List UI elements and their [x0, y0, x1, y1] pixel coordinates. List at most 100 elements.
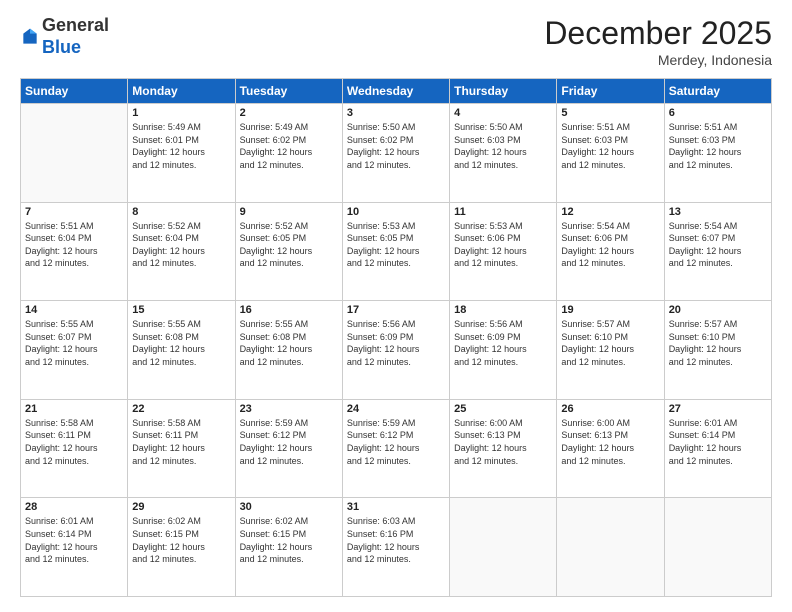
day-header-tuesday: Tuesday: [235, 79, 342, 104]
calendar-cell: 30Sunrise: 6:02 AM Sunset: 6:15 PM Dayli…: [235, 498, 342, 597]
calendar-cell: 13 Sunrise: 5:54 AM Sunset: 6:07 PM Dayli…: [664, 202, 771, 301]
calendar-week-3: 14Sunrise: 5:55 AM Sunset: 6:07 PM Dayli…: [21, 301, 772, 400]
day-number: 26: [561, 403, 659, 415]
calendar-cell: 23 Sunrise: 5:59 AM Sunset: 6:12 PM Dayli…: [235, 399, 342, 498]
day-number: 19: [561, 304, 659, 316]
logo-blue-text: Blue: [42, 37, 81, 57]
calendar-cell: 18Sunrise: 5:56 AM Sunset: 6:09 PM Dayli…: [450, 301, 557, 400]
calendar-cell: 5Sunrise: 5:51 AM Sunset: 6:03 PM Daylig…: [557, 104, 664, 203]
calendar-cell: 17 Sunrise: 5:56 AM Sunset: 6:09 PM Dayli…: [342, 301, 449, 400]
calendar-cell: 11Sunrise: 5:53 AM Sunset: 6:06 PM Dayli…: [450, 202, 557, 301]
day-number: 15: [132, 304, 230, 316]
calendar-cell: [21, 104, 128, 203]
day-number: 3: [347, 107, 445, 119]
day-info: Sunrise: 5:58 AM Sunset: 6:11 PM Dayligh…: [132, 417, 230, 467]
day-number: 25: [454, 403, 552, 415]
day-info: Sunrise: 5:57 AM Sunset: 6:10 PM Dayligh…: [669, 318, 767, 368]
calendar-cell: 10 Sunrise: 5:53 AM Sunset: 6:05 PM Dayli…: [342, 202, 449, 301]
day-info: Sunrise: 5:59 AM Sunset: 6:12 PM Dayligh…: [347, 417, 445, 467]
day-number: 21: [25, 403, 123, 415]
day-info: Sunrise: 5:58 AM Sunset: 6:11 PM Dayligh…: [25, 417, 123, 467]
day-header-thursday: Thursday: [450, 79, 557, 104]
calendar-cell: 9 Sunrise: 5:52 AM Sunset: 6:05 PM Daylig…: [235, 202, 342, 301]
day-info: Sunrise: 5:56 AM Sunset: 6:09 PM Dayligh…: [347, 318, 445, 368]
logo-general-text: General: [42, 15, 109, 35]
calendar-cell: 25 Sunrise: 6:00 AM Sunset: 6:13 PM Dayli…: [450, 399, 557, 498]
day-info: Sunrise: 5:57 AM Sunset: 6:10 PM Dayligh…: [561, 318, 659, 368]
day-number: 24: [347, 403, 445, 415]
day-info: Sunrise: 5:54 AM Sunset: 6:06 PM Dayligh…: [561, 220, 659, 270]
day-number: 12: [561, 206, 659, 218]
day-number: 1: [132, 107, 230, 119]
day-info: Sunrise: 6:02 AM Sunset: 6:15 PM Dayligh…: [240, 515, 338, 565]
day-info: Sunrise: 6:01 AM Sunset: 6:14 PM Dayligh…: [669, 417, 767, 467]
calendar-cell: 19 Sunrise: 5:57 AM Sunset: 6:10 PM Dayli…: [557, 301, 664, 400]
day-info: Sunrise: 5:55 AM Sunset: 6:07 PM Dayligh…: [25, 318, 123, 368]
day-number: 31: [347, 501, 445, 513]
day-info: Sunrise: 5:53 AM Sunset: 6:05 PM Dayligh…: [347, 220, 445, 270]
day-info: Sunrise: 5:51 AM Sunset: 6:03 PM Dayligh…: [669, 121, 767, 171]
day-info: Sunrise: 5:49 AM Sunset: 6:02 PM Dayligh…: [240, 121, 338, 171]
day-number: 6: [669, 107, 767, 119]
calendar-table: SundayMondayTuesdayWednesdayThursdayFrid…: [20, 78, 772, 597]
calendar-header-row: SundayMondayTuesdayWednesdayThursdayFrid…: [21, 79, 772, 104]
day-number: 22: [132, 403, 230, 415]
day-number: 2: [240, 107, 338, 119]
calendar-cell: 8 Sunrise: 5:52 AM Sunset: 6:04 PM Daylig…: [128, 202, 235, 301]
day-number: 9: [240, 206, 338, 218]
calendar-cell: 16Sunrise: 5:55 AM Sunset: 6:08 PM Dayli…: [235, 301, 342, 400]
calendar-cell: 20Sunrise: 5:57 AM Sunset: 6:10 PM Dayli…: [664, 301, 771, 400]
calendar-cell: 29 Sunrise: 6:02 AM Sunset: 6:15 PM Dayli…: [128, 498, 235, 597]
day-number: 10: [347, 206, 445, 218]
calendar-cell: 22 Sunrise: 5:58 AM Sunset: 6:11 PM Dayli…: [128, 399, 235, 498]
calendar-cell: 15Sunrise: 5:55 AM Sunset: 6:08 PM Dayli…: [128, 301, 235, 400]
day-info: Sunrise: 5:50 AM Sunset: 6:03 PM Dayligh…: [454, 121, 552, 171]
day-header-sunday: Sunday: [21, 79, 128, 104]
day-info: Sunrise: 5:54 AM Sunset: 6:07 PM Dayligh…: [669, 220, 767, 270]
day-info: Sunrise: 6:03 AM Sunset: 6:16 PM Dayligh…: [347, 515, 445, 565]
day-number: 8: [132, 206, 230, 218]
day-number: 27: [669, 403, 767, 415]
logo: General Blue: [20, 15, 109, 58]
day-number: 23: [240, 403, 338, 415]
day-info: Sunrise: 5:50 AM Sunset: 6:02 PM Dayligh…: [347, 121, 445, 171]
calendar-cell: 21 Sunrise: 5:58 AM Sunset: 6:11 PM Dayli…: [21, 399, 128, 498]
calendar-cell: 27 Sunrise: 6:01 AM Sunset: 6:14 PM Dayli…: [664, 399, 771, 498]
calendar-cell: 2 Sunrise: 5:49 AM Sunset: 6:02 PM Daylig…: [235, 104, 342, 203]
calendar-week-5: 28Sunrise: 6:01 AM Sunset: 6:14 PM Dayli…: [21, 498, 772, 597]
calendar-cell: 26 Sunrise: 6:00 AM Sunset: 6:13 PM Dayli…: [557, 399, 664, 498]
day-info: Sunrise: 5:52 AM Sunset: 6:05 PM Dayligh…: [240, 220, 338, 270]
day-info: Sunrise: 6:02 AM Sunset: 6:15 PM Dayligh…: [132, 515, 230, 565]
day-info: Sunrise: 5:56 AM Sunset: 6:09 PM Dayligh…: [454, 318, 552, 368]
calendar-week-4: 21 Sunrise: 5:58 AM Sunset: 6:11 PM Dayli…: [21, 399, 772, 498]
calendar-cell: [664, 498, 771, 597]
calendar-cell: [450, 498, 557, 597]
calendar-cell: 7 Sunrise: 5:51 AM Sunset: 6:04 PM Daylig…: [21, 202, 128, 301]
day-number: 7: [25, 206, 123, 218]
day-info: Sunrise: 6:00 AM Sunset: 6:13 PM Dayligh…: [561, 417, 659, 467]
day-number: 29: [132, 501, 230, 513]
day-info: Sunrise: 5:51 AM Sunset: 6:04 PM Dayligh…: [25, 220, 123, 270]
day-number: 17: [347, 304, 445, 316]
day-info: Sunrise: 6:00 AM Sunset: 6:13 PM Dayligh…: [454, 417, 552, 467]
day-header-saturday: Saturday: [664, 79, 771, 104]
calendar-cell: [557, 498, 664, 597]
calendar-week-1: 1Sunrise: 5:49 AM Sunset: 6:01 PM Daylig…: [21, 104, 772, 203]
calendar-cell: 14Sunrise: 5:55 AM Sunset: 6:07 PM Dayli…: [21, 301, 128, 400]
day-number: 28: [25, 501, 123, 513]
day-info: Sunrise: 5:52 AM Sunset: 6:04 PM Dayligh…: [132, 220, 230, 270]
month-year: December 2025: [544, 15, 772, 52]
day-header-monday: Monday: [128, 79, 235, 104]
calendar-cell: 24 Sunrise: 5:59 AM Sunset: 6:12 PM Dayli…: [342, 399, 449, 498]
calendar-cell: 6 Sunrise: 5:51 AM Sunset: 6:03 PM Daylig…: [664, 104, 771, 203]
page: General Blue December 2025 Merdey, Indon…: [0, 0, 792, 612]
day-info: Sunrise: 5:53 AM Sunset: 6:06 PM Dayligh…: [454, 220, 552, 270]
day-number: 5: [561, 107, 659, 119]
calendar-cell: 31 Sunrise: 6:03 AM Sunset: 6:16 PM Dayli…: [342, 498, 449, 597]
day-header-friday: Friday: [557, 79, 664, 104]
calendar-cell: 28Sunrise: 6:01 AM Sunset: 6:14 PM Dayli…: [21, 498, 128, 597]
calendar-cell: 1Sunrise: 5:49 AM Sunset: 6:01 PM Daylig…: [128, 104, 235, 203]
location: Merdey, Indonesia: [544, 52, 772, 68]
day-number: 13: [669, 206, 767, 218]
day-info: Sunrise: 5:59 AM Sunset: 6:12 PM Dayligh…: [240, 417, 338, 467]
